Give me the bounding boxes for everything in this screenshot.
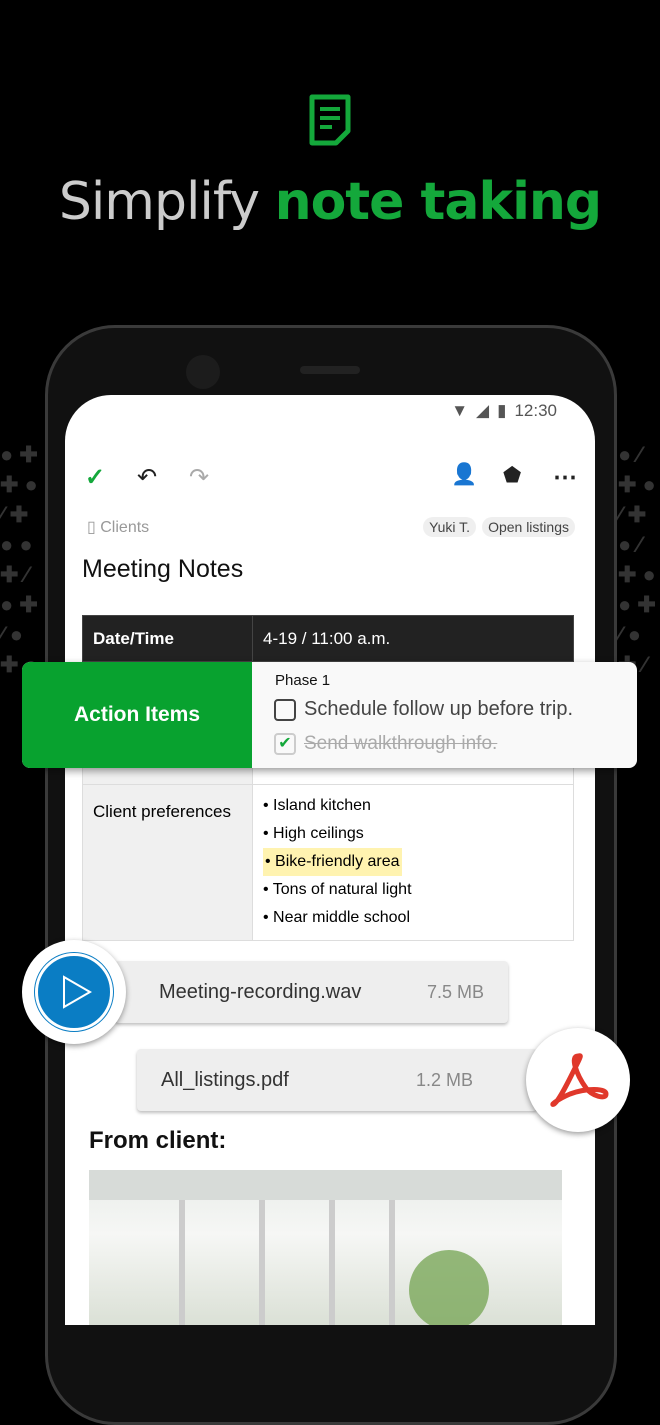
decor-pattern: ● ⁄✚ ●⁄ ✚● ⁄✚ ●● ✚⁄ ●✚ ⁄: [618, 442, 656, 677]
phase-heading: Phase 1: [275, 672, 331, 689]
play-button[interactable]: [22, 940, 126, 1044]
list-item: • Near middle school: [263, 909, 410, 926]
action-items-label: Action Items: [22, 662, 252, 768]
table-cell: Client preferences: [82, 784, 253, 941]
status-bar: ▼ ◢ ▮ 12:30: [451, 401, 557, 421]
task-item[interactable]: Schedule follow up before trip.: [274, 698, 573, 721]
list-item: • Bike-friendly area: [263, 848, 402, 876]
tag-chip[interactable]: Open listings: [482, 517, 575, 537]
action-items-card: Action Items Phase 1 Schedule follow up …: [22, 662, 637, 768]
section-heading: From client:: [89, 1127, 227, 1154]
play-icon: [63, 975, 93, 1009]
tag-chip[interactable]: Yuki T.: [423, 517, 477, 537]
attachment-audio[interactable]: Meeting-recording.wav 7.5 MB: [115, 961, 508, 1023]
list-item: • Tons of natural light: [263, 881, 412, 898]
tag-add-icon[interactable]: ⬟: [503, 463, 521, 488]
speaker: [300, 366, 360, 374]
task-item[interactable]: ✔ Send walkthrough info.: [274, 733, 497, 755]
note-logo-icon: [309, 94, 351, 146]
attachment-pdf[interactable]: All_listings.pdf 1.2 MB: [137, 1049, 537, 1111]
check-icon[interactable]: ✓: [85, 463, 105, 492]
pdf-badge[interactable]: [526, 1028, 630, 1132]
bullet-list: • Island kitchen • High ceilings • Bike-…: [252, 784, 574, 941]
camera: [186, 355, 220, 389]
list-item: • Island kitchen: [263, 797, 371, 814]
checkbox-checked[interactable]: ✔: [274, 733, 296, 755]
more-icon[interactable]: ⋯: [553, 463, 577, 492]
undo-icon[interactable]: ↶: [137, 463, 157, 492]
decor-pattern: ● ✚ ✚ ● ⁄ ✚ ● ● ✚ ⁄ ● ✚ ⁄ ● ✚ ●: [0, 442, 38, 677]
clock: 12:30: [514, 401, 557, 420]
note-title[interactable]: Meeting Notes: [82, 555, 243, 584]
checkbox-unchecked[interactable]: [274, 698, 296, 721]
battery-icon: ▮: [497, 401, 507, 420]
notebook-link[interactable]: ▯ Clients: [87, 517, 149, 537]
app-screen: ▼ ◢ ▮ 12:30 ✓ ↶ ↷ 👤 ⬟ ⋯ ▯ Clients Yuki T. O…: [65, 395, 595, 1325]
client-photo: [89, 1170, 562, 1325]
share-person-icon[interactable]: 👤: [451, 463, 477, 487]
signal-icon: ◢: [476, 401, 490, 420]
table-cell: 4-19 / 11:00 a.m.: [252, 615, 574, 662]
notebook-icon: ▯: [87, 519, 101, 536]
wifi-icon: ▼: [451, 401, 469, 420]
list-item: • High ceilings: [263, 825, 364, 842]
redo-icon[interactable]: ↷: [189, 463, 209, 492]
table-cell: Date/Time: [82, 615, 253, 662]
headline: Simplify note taking: [58, 172, 602, 232]
acrobat-icon: [550, 1053, 609, 1107]
